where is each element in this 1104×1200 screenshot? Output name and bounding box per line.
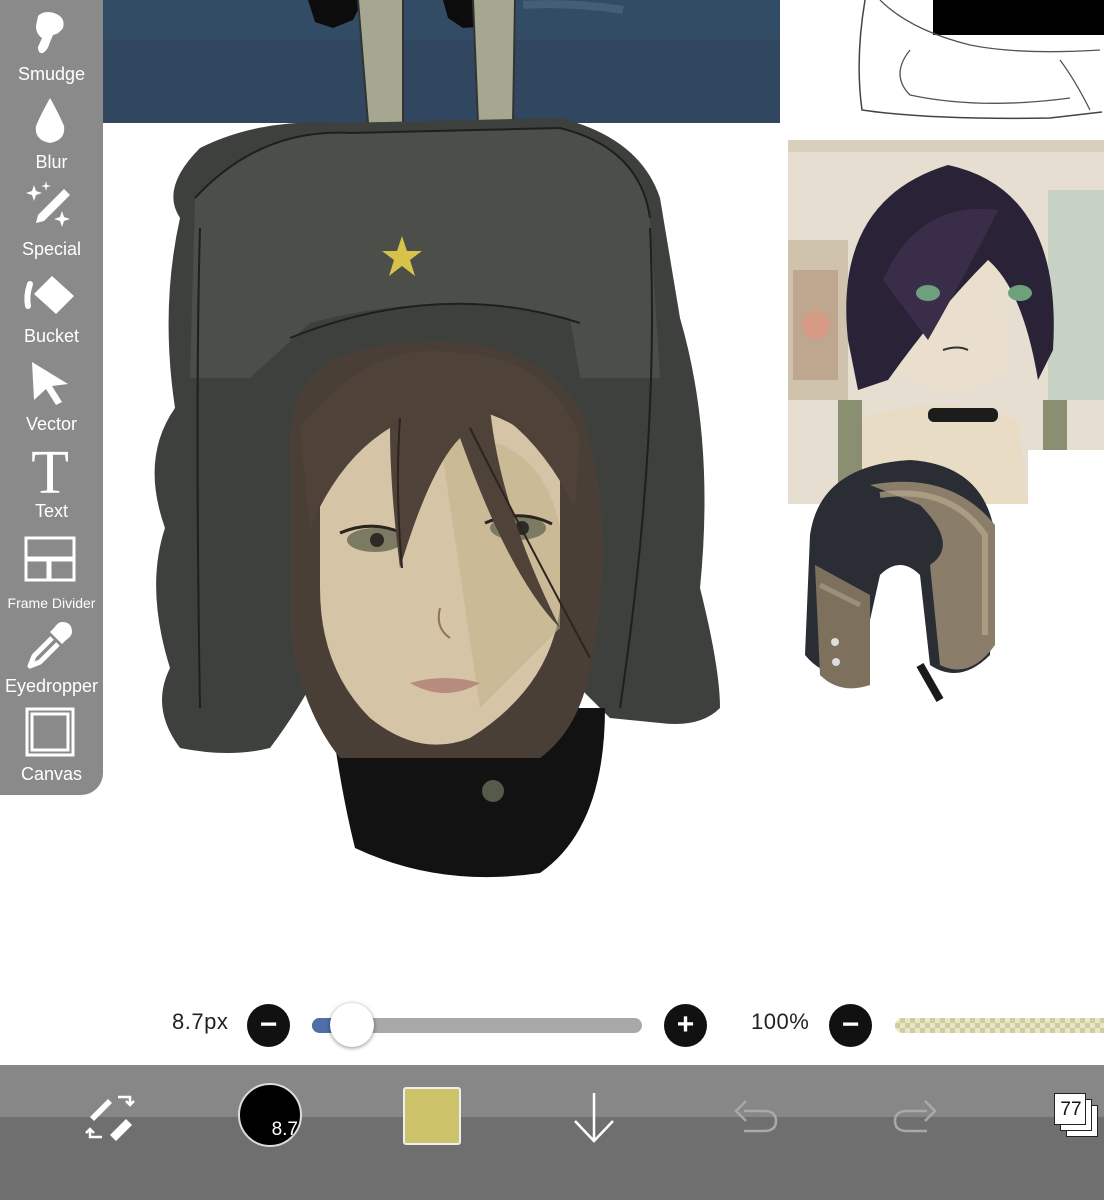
tool-label: Blur [35,152,68,172]
bottom-toolbar: 8.7 77 [0,1065,1104,1200]
decrease-size-button[interactable]: − [247,1004,290,1047]
brush-controls: 8.7px − + 100% − [0,995,1104,1057]
brush-opacity-value: 100% [751,1009,810,1034]
tool-canvas[interactable]: Canvas [0,700,103,787]
special-sparkle-pen-icon [26,181,70,227]
color-swatch[interactable] [403,1087,461,1145]
main-drawing-girl-ushanka [140,108,740,883]
layer-count: 77 [1060,1099,1082,1120]
tool-vector[interactable]: Vector [0,350,103,437]
eyedropper-icon [27,622,72,669]
smudge-finger-icon [36,12,64,54]
brush-preview[interactable]: 8.7 [238,1083,302,1147]
tool-label: Bucket [23,326,80,346]
frame-divider-icon [24,536,76,582]
svg-text:T: T [31,441,69,497]
brush-size-value: 8.7px [172,1009,229,1034]
minus-icon: − [259,1008,278,1041]
undo-icon [734,1100,778,1133]
tool-label: Frame Divider [7,595,96,611]
brush-size-slider-thumb[interactable] [330,1003,375,1047]
tool-blur[interactable]: Blur [0,88,103,175]
tool-label: Smudge [17,64,86,84]
reference-image-anime-character [788,140,1104,504]
drawing-canvas[interactable] [0,0,1104,1065]
layers-button[interactable]: 77 [1054,1093,1102,1141]
reference-image-sketch [850,0,1104,125]
brush-preview-size: 8.7 [271,1119,298,1140]
increase-size-button[interactable]: + [664,1004,707,1047]
tool-label: Vector [25,414,78,434]
layers-icon-sheet-front: 77 [1054,1093,1086,1125]
tool-label: Canvas [20,764,83,784]
undo-button[interactable] [732,1097,778,1137]
swap-tools-button[interactable] [84,1091,136,1143]
tool-frame-divider[interactable]: Frame Divider [0,526,103,613]
down-arrow-icon [574,1093,614,1143]
brush-opacity-slider[interactable] [895,1018,1104,1033]
tool-label: Eyedropper [4,676,99,696]
vector-cursor-icon [32,362,68,405]
plus-icon: + [676,1008,695,1041]
tool-bucket[interactable]: Bucket [0,262,103,349]
down-arrow-button[interactable] [571,1091,617,1145]
text-t-icon: T [31,441,69,497]
reference-image-trapper-hat [800,455,1000,705]
tool-text[interactable]: T Text [0,437,103,524]
tool-label: Text [34,501,68,521]
bucket-fill-icon [24,276,74,314]
tool-label: Special [21,239,82,259]
minus-icon: − [841,1008,860,1041]
tool-special[interactable]: Special [0,175,103,262]
redo-button[interactable] [893,1097,939,1137]
left-toolbar: Smudge Blur Special Bucket Vector T Text… [0,0,103,795]
decrease-opacity-button[interactable]: − [829,1004,872,1047]
tool-smudge[interactable]: Smudge [0,0,103,87]
redo-icon [893,1100,937,1133]
tool-eyedropper[interactable]: Eyedropper [0,612,103,699]
swap-tools-icon [85,1095,135,1141]
reference-image-blue-fabric [103,0,780,123]
canvas-square-icon [25,707,75,757]
blur-drop-icon [35,98,65,143]
